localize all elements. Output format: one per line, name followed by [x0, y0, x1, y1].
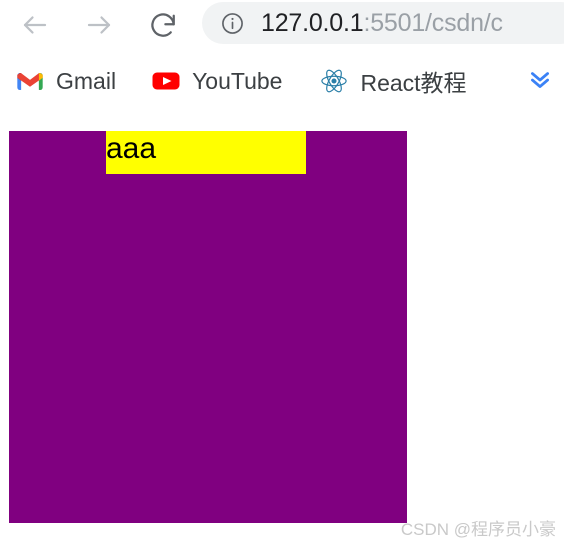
gmail-icon — [16, 67, 44, 95]
yellow-box-text: aaa — [106, 132, 157, 165]
bookmark-react-label: React教程 — [360, 70, 467, 96]
bookmarks-overflow-button[interactable] — [520, 61, 560, 101]
bookmark-gmail[interactable]: Gmail — [10, 61, 122, 101]
double-chevron-down-icon — [527, 66, 553, 97]
purple-container: aaa — [9, 131, 407, 523]
bookmark-react[interactable]: React教程 — [314, 61, 472, 101]
info-circle-icon[interactable] — [220, 11, 245, 36]
address-bar[interactable]: 127.0.0.1:5501/csdn/c — [202, 2, 564, 44]
react-icon — [320, 67, 348, 95]
back-button[interactable] — [12, 2, 58, 48]
reload-icon — [148, 10, 178, 40]
reload-button[interactable] — [140, 2, 186, 48]
arrow-right-icon — [84, 10, 114, 40]
forward-button[interactable] — [76, 2, 122, 48]
youtube-icon — [152, 67, 180, 95]
bookmark-youtube[interactable]: YouTube — [146, 61, 288, 101]
url-host: 127.0.0.1 — [261, 8, 364, 37]
arrow-left-icon — [20, 10, 50, 40]
url-path: :5501/csdn/c — [363, 8, 503, 37]
address-bar-url[interactable]: 127.0.0.1:5501/csdn/c — [261, 9, 503, 38]
yellow-box: aaa — [106, 131, 306, 174]
csdn-watermark: CSDN @程序员小豪 — [400, 520, 556, 539]
bookmark-gmail-label: Gmail — [56, 67, 117, 94]
page-viewport: aaa CSDN @程序员小豪 — [0, 110, 564, 548]
browser-toolbar: 127.0.0.1:5501/csdn/c — [0, 0, 564, 50]
bookmark-youtube-label: YouTube — [192, 67, 283, 94]
bookmarks-bar: Gmail YouTube React教程 — [0, 52, 564, 110]
browser-chrome: 127.0.0.1:5501/csdn/c Gmail YouTube Reac… — [0, 0, 564, 110]
